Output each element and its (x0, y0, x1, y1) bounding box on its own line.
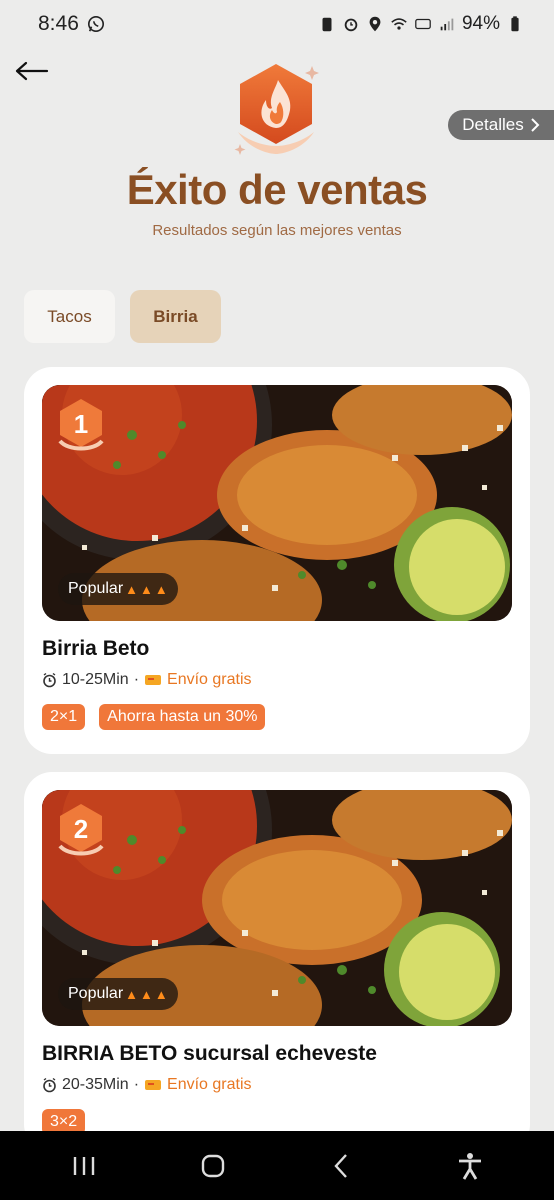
flame-icon: ▲ (125, 986, 139, 1002)
back-nav-button[interactable] (311, 1136, 371, 1196)
chevron-left-icon (334, 1153, 348, 1178)
delivery-time: 10-25Min (62, 671, 129, 688)
delivery-icon (145, 1080, 162, 1090)
flame-icon: ▲ (154, 986, 168, 1002)
popular-label: Popular (68, 580, 124, 597)
rank-badge: 1 (58, 399, 104, 451)
battery-icon (511, 16, 519, 32)
chevron-right-icon (530, 118, 540, 132)
alarm-icon (344, 18, 358, 32)
tab-birria[interactable]: Birria (130, 290, 221, 343)
timer-icon (43, 672, 56, 688)
delivery-icon (145, 675, 162, 685)
food-photo: 2 Popular ▲ ▲ ▲ (42, 790, 512, 1026)
flame-icon: ▲ (125, 581, 139, 597)
status-bar: 8:46 94% (0, 0, 554, 48)
recent-apps-icon (74, 1156, 95, 1175)
flame-icon: ▲ (140, 986, 153, 1002)
restaurant-name[interactable]: Birria Beto (42, 637, 149, 661)
battery-percent: 94% (461, 13, 500, 34)
signal-icon (440, 18, 454, 31)
volte-icon (415, 18, 431, 30)
restaurant-card[interactable]: 2 Popular ▲ ▲ ▲ BIRRIA BETO sucursal ech… (24, 772, 530, 1152)
recent-apps-button[interactable] (54, 1136, 114, 1196)
separator: · (133, 671, 140, 688)
details-label: Detalles (462, 115, 524, 134)
flame-icon: ▲ (140, 581, 153, 597)
page-title: Éxito de ventas (126, 166, 428, 213)
location-icon (369, 16, 381, 32)
status-right: 94% (318, 13, 524, 35)
wifi-icon (391, 18, 407, 30)
delivery-info: 20-35Min · Envío gratis (42, 1076, 252, 1094)
tab-tacos[interactable]: Tacos (24, 290, 115, 343)
popular-label: Popular (68, 985, 124, 1002)
battery-saver-icon (322, 17, 332, 32)
popular-tag: Popular ▲ ▲ ▲ (58, 573, 178, 605)
accessibility-icon (458, 1152, 481, 1180)
promo-badge: Ahorra hasta un 30% (99, 704, 266, 730)
delivery-info: 10-25Min · Envío gratis (42, 671, 252, 689)
timer-icon (43, 1077, 56, 1093)
flame-icon: ▲ (154, 581, 168, 597)
flame-hexagon-icon (234, 64, 319, 155)
system-nav-bar (0, 1131, 554, 1200)
page-subtitle: Resultados según las mejores ventas (152, 222, 402, 239)
promo-row: 2×1 Ahorra hasta un 30% (42, 704, 266, 730)
rank-number: 1 (74, 409, 88, 439)
whatsapp-icon (87, 15, 104, 33)
free-shipping: Envío gratis (167, 671, 252, 688)
accessibility-button[interactable] (440, 1136, 500, 1196)
status-time: 8:46 (38, 12, 79, 35)
category-tabs: Tacos Birria (24, 290, 221, 343)
promo-badge: 2×1 (42, 704, 86, 730)
free-shipping: Envío gratis (167, 1076, 252, 1093)
back-arrow-icon (15, 61, 49, 81)
home-button[interactable] (183, 1136, 243, 1196)
restaurant-card[interactable]: 1 Popular ▲ ▲ ▲ Birria Beto 10-25Min · E… (24, 367, 530, 754)
separator: · (133, 1076, 140, 1093)
rank-badge: 2 (58, 804, 104, 856)
popular-tag: Popular ▲ ▲ ▲ (58, 978, 178, 1010)
home-icon (201, 1154, 224, 1177)
details-button[interactable]: Detalles (448, 110, 554, 140)
delivery-time: 20-35Min (62, 1076, 129, 1093)
status-left: 8:46 (38, 12, 105, 36)
restaurant-name[interactable]: BIRRIA BETO sucursal echeveste (42, 1042, 377, 1066)
food-photo: 1 Popular ▲ ▲ ▲ (42, 385, 512, 621)
rank-number: 2 (74, 814, 88, 844)
back-button[interactable] (14, 56, 50, 86)
